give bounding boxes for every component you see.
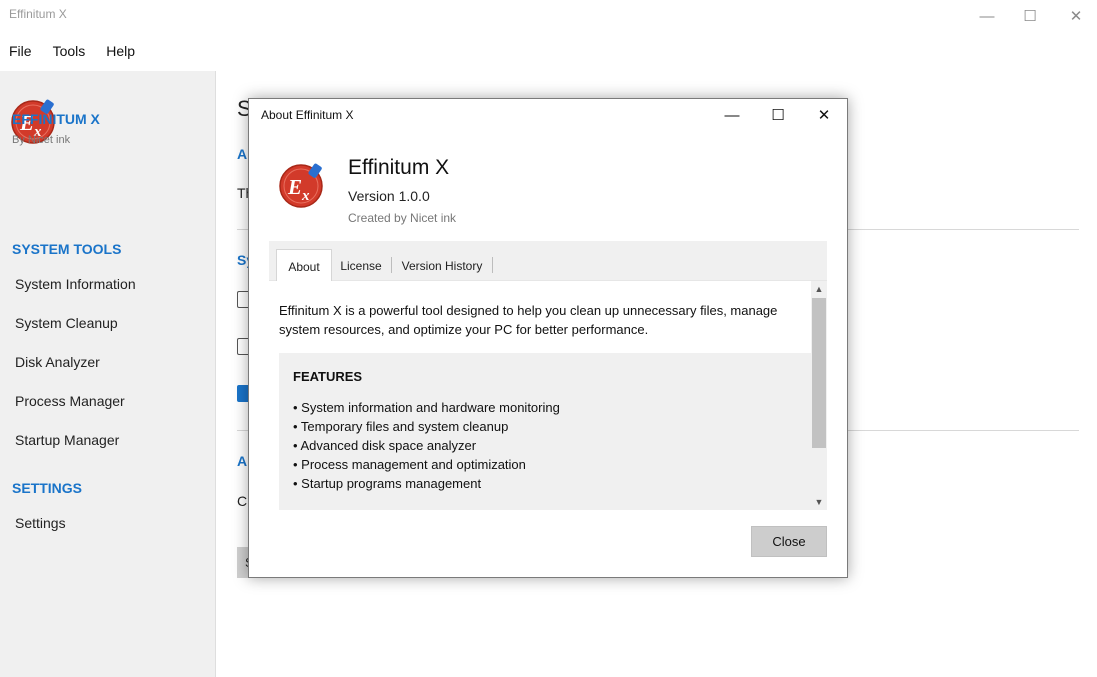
tab-separator bbox=[391, 257, 392, 273]
sidebar-item-system-cleanup[interactable]: System Cleanup bbox=[15, 315, 118, 331]
menubar: File Tools Help bbox=[0, 36, 147, 66]
close-icon: ✕ bbox=[817, 107, 831, 124]
about-dialog: About Effinitum X — ☐ ✕ E x Effinitum X … bbox=[248, 98, 848, 578]
sidebar-section-system-tools: SYSTEM TOOLS bbox=[12, 241, 122, 257]
about-description: Effinitum X is a powerful tool designed … bbox=[279, 301, 814, 339]
minimize-button[interactable]: — bbox=[964, 0, 1010, 32]
about-tab-page: Effinitum X is a powerful tool designed … bbox=[269, 281, 827, 513]
feature-item: • Temporary files and system cleanup bbox=[293, 419, 509, 434]
feature-item: • Startup programs management bbox=[293, 476, 482, 491]
main-divider bbox=[848, 430, 1079, 431]
feature-item: • System information and hardware monito… bbox=[293, 400, 560, 415]
menu-file[interactable]: File bbox=[0, 36, 41, 66]
minimize-icon: — bbox=[724, 106, 740, 124]
tab-version-history[interactable]: Version History bbox=[394, 249, 490, 281]
close-icon: ✕ bbox=[1069, 8, 1083, 25]
maximize-button[interactable]: ☐ bbox=[1007, 0, 1053, 32]
scroll-down-icon[interactable]: ▼ bbox=[811, 495, 827, 509]
sidebar-item-system-information[interactable]: System Information bbox=[15, 276, 136, 292]
sidebar-app-name: EFFINITUM X bbox=[12, 111, 100, 127]
scroll-up-icon[interactable]: ▲ bbox=[811, 282, 827, 296]
vertical-scrollbar[interactable]: ▲ ▼ bbox=[811, 281, 827, 510]
main-titlebar: Effinitum X — ☐ ✕ bbox=[0, 0, 1097, 32]
tab-about[interactable]: About bbox=[276, 249, 332, 281]
scrollbar-thumb[interactable] bbox=[812, 298, 826, 448]
features-list: • System information and hardware monito… bbox=[293, 398, 560, 493]
close-window-button[interactable]: ✕ bbox=[1053, 0, 1097, 32]
feature-item: • Process management and optimization bbox=[293, 457, 526, 472]
dialog-version: Version 1.0.0 bbox=[348, 188, 430, 204]
sidebar-by-line: By Nicet ink bbox=[12, 134, 71, 146]
sidebar-item-settings[interactable]: Settings bbox=[15, 515, 66, 531]
dialog-tabstrip: About License Version History bbox=[269, 241, 827, 281]
about-description-line: Effinitum X is a powerful tool designed … bbox=[279, 303, 778, 318]
window-title: Effinitum X bbox=[9, 7, 67, 21]
feature-item: • Advanced disk space analyzer bbox=[293, 438, 477, 453]
features-box: FEATURES • System information and hardwa… bbox=[279, 353, 811, 510]
sidebar-item-disk-analyzer[interactable]: Disk Analyzer bbox=[15, 354, 100, 370]
sidebar-section-settings: SETTINGS bbox=[12, 480, 83, 496]
menu-tools[interactable]: Tools bbox=[44, 36, 95, 66]
sidebar bbox=[0, 71, 216, 677]
app-logo-icon: E x bbox=[279, 163, 323, 208]
features-title: FEATURES bbox=[293, 369, 363, 384]
dialog-close-button[interactable]: ✕ bbox=[801, 99, 847, 131]
menu-help[interactable]: Help bbox=[97, 36, 144, 66]
sidebar-item-process-manager[interactable]: Process Manager bbox=[15, 393, 125, 409]
svg-text:x: x bbox=[301, 188, 310, 204]
svg-text:E: E bbox=[287, 175, 302, 199]
tab-license[interactable]: License bbox=[335, 249, 387, 281]
main-section-label: A bbox=[237, 146, 248, 162]
minimize-icon: — bbox=[979, 7, 995, 25]
dialog-app-name: Effinitum X bbox=[348, 156, 450, 179]
close-button[interactable]: Close bbox=[751, 526, 827, 557]
about-description-line: system resources, and optimize your PC f… bbox=[279, 322, 649, 337]
dialog-created-by: Created by Nicet ink bbox=[348, 211, 457, 225]
tab-separator bbox=[492, 257, 493, 273]
main-divider bbox=[848, 229, 1079, 230]
main-section-label: A bbox=[237, 453, 248, 469]
maximize-icon: ☐ bbox=[1023, 8, 1037, 25]
maximize-icon: ☐ bbox=[771, 107, 785, 124]
dialog-maximize-button[interactable]: ☐ bbox=[755, 99, 801, 131]
dialog-title: About Effinitum X bbox=[261, 108, 354, 122]
dialog-minimize-button[interactable]: — bbox=[709, 99, 755, 131]
sidebar-item-startup-manager[interactable]: Startup Manager bbox=[15, 432, 119, 448]
